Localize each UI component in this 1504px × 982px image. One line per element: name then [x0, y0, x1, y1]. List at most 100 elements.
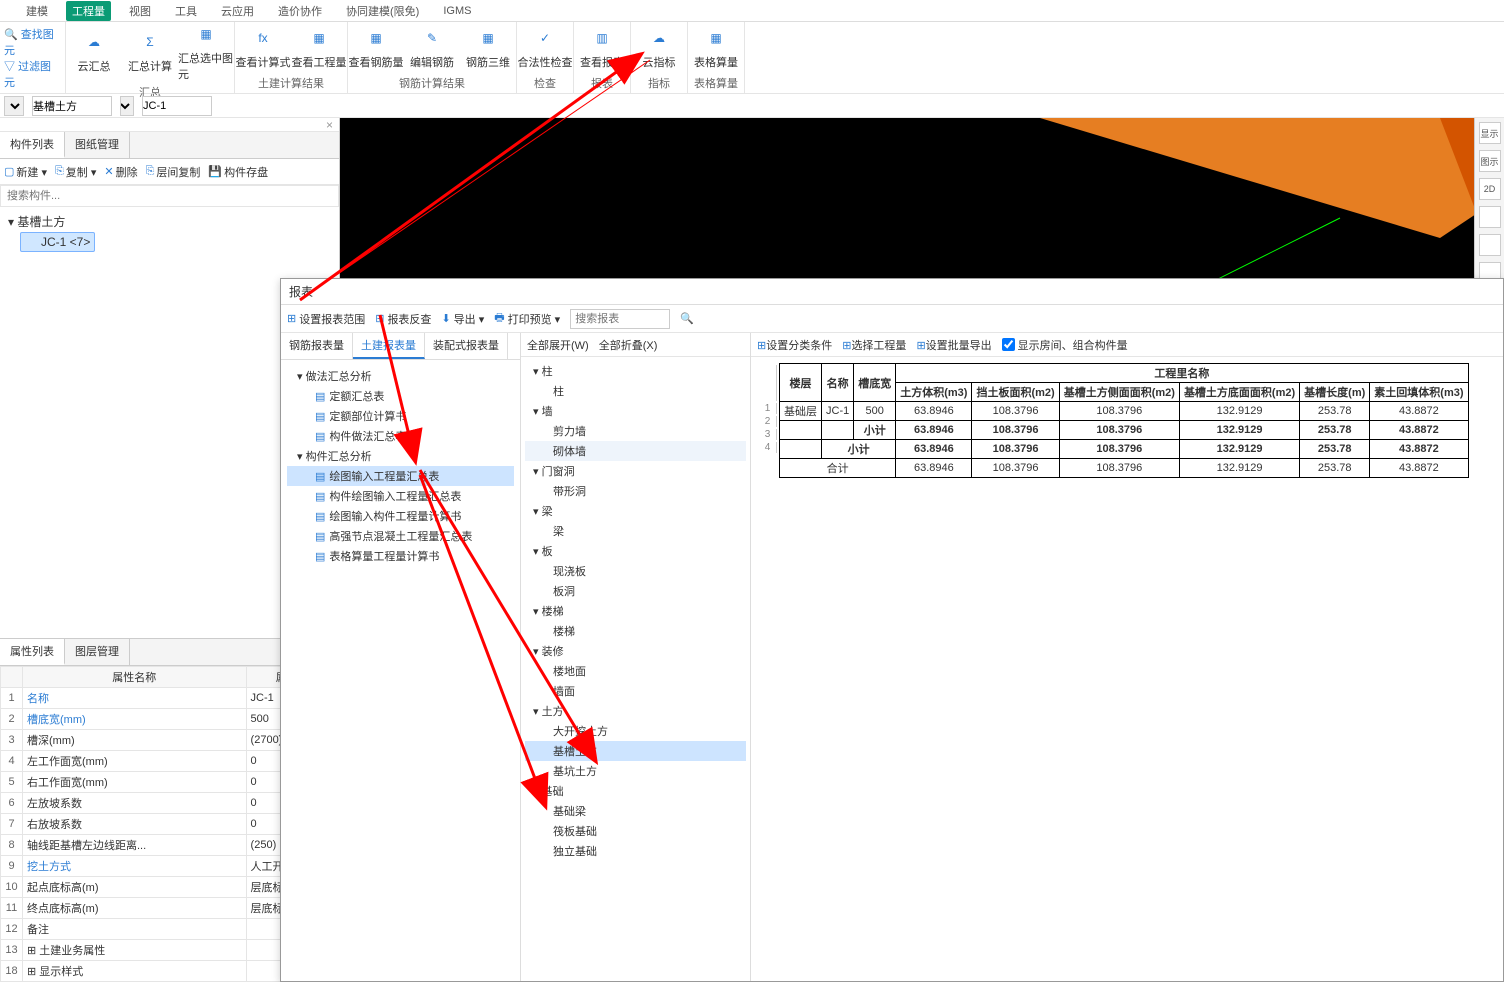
report-tree-item[interactable]: ▤绘图输入构件工程量计算书	[287, 506, 514, 526]
category-sub[interactable]: 墙面	[525, 681, 746, 701]
category-sub[interactable]: 独立基础	[525, 841, 746, 861]
data-row[interactable]: 合计63.8946108.3796108.3796132.9129253.784…	[780, 459, 1469, 478]
report-toolbar-button[interactable]: ⊞报表反查	[375, 311, 431, 327]
category-node[interactable]: ▾ 基础	[525, 781, 746, 801]
ribbon-button[interactable]: ▥查看报表	[574, 22, 630, 73]
ribbon-button[interactable]: ▦查看钢筋量	[348, 22, 404, 73]
category-sub[interactable]: 板洞	[525, 581, 746, 601]
filter-element-link[interactable]: ▽ 过滤图元	[4, 58, 61, 90]
close-icon[interactable]: ×	[320, 118, 339, 131]
category-sub[interactable]: 基坑土方	[525, 761, 746, 781]
category-sub[interactable]: 带形洞	[525, 481, 746, 501]
report-toolbar-button[interactable]: ⊞设置报表范围	[287, 311, 365, 327]
viewport-tool-button[interactable]: 图示	[1479, 150, 1501, 172]
ribbon-tab[interactable]: 云应用	[215, 1, 260, 21]
viewport-tool-button[interactable]: 2D	[1479, 178, 1501, 200]
report-tree-item[interactable]: ▤构件绘图输入工程量汇总表	[287, 486, 514, 506]
report-item-icon: ▤	[315, 490, 325, 503]
type-select-2b[interactable]	[120, 96, 134, 116]
report-tree-item[interactable]: ▤表格算量工程量计算书	[287, 546, 514, 566]
mid-toolbar-button[interactable]: 全部折叠(X)	[599, 337, 658, 353]
viewport-tool-button[interactable]: 显示	[1479, 122, 1501, 144]
category-node[interactable]: ▾ 土方	[525, 701, 746, 721]
toolbar-button[interactable]: ⎘层间复制	[146, 164, 201, 180]
ribbon-tab[interactable]: IGMS	[437, 3, 477, 19]
viewport-tool-button[interactable]	[1479, 234, 1501, 256]
data-row[interactable]: 小计63.8946108.3796108.3796132.9129253.784…	[780, 440, 1469, 459]
right-toolbar-button[interactable]: ⊞设置批量导出	[916, 337, 991, 353]
panel-tab[interactable]: 构件列表	[0, 132, 65, 158]
category-sub[interactable]: 基础梁	[525, 801, 746, 821]
toolbar-button[interactable]: ✕删除	[104, 164, 137, 180]
ribbon-button[interactable]: ☁云汇总	[66, 22, 122, 82]
category-sub[interactable]: 柱	[525, 381, 746, 401]
component-toolbar: ▢新建 ▾ ⎘复制 ▾ ✕删除 ⎘层间复制 💾构件存盘	[0, 159, 339, 185]
category-node[interactable]: ▾ 门窗洞	[525, 461, 746, 481]
category-node[interactable]: ▾ 墙	[525, 401, 746, 421]
search-icon[interactable]: 🔍	[680, 312, 694, 325]
data-row[interactable]: 小计63.8946108.3796108.3796132.9129253.784…	[780, 421, 1469, 440]
panel-tab[interactable]: 图纸管理	[65, 132, 130, 158]
report-tree-group[interactable]: ▾ 构件汇总分析	[287, 446, 514, 466]
category-node[interactable]: ▾ 板	[525, 541, 746, 561]
report-tree-item[interactable]: ▤构件做法汇总表	[287, 426, 514, 446]
report-tab[interactable]: 钢筋报表量	[281, 333, 353, 359]
toolbar-button[interactable]: ⎘复制 ▾	[55, 164, 96, 180]
type-select-3[interactable]	[142, 96, 212, 116]
ribbon-button[interactable]: ▦钢筋三维	[460, 22, 516, 73]
tree-child[interactable]: JC-1 <7>	[20, 232, 95, 252]
report-toolbar-button[interactable]: 🖶打印预览 ▾	[494, 309, 560, 328]
report-tree-group[interactable]: ▾ 做法汇总分析	[287, 366, 514, 386]
ribbon-tab[interactable]: 建模	[20, 1, 54, 21]
type-select-2[interactable]	[32, 96, 112, 116]
tree-root[interactable]: ▾ 基槽土方	[4, 211, 335, 232]
category-sub[interactable]: 筏板基础	[525, 821, 746, 841]
category-node[interactable]: ▾ 装修	[525, 641, 746, 661]
report-tab[interactable]: 装配式报表量	[425, 333, 508, 359]
report-tree-item[interactable]: ▤定额部位计算书	[287, 406, 514, 426]
show-room-checkbox[interactable]: 显示房间、组合构件量	[1002, 337, 1128, 353]
category-sub[interactable]: 楼地面	[525, 661, 746, 681]
ribbon-tab[interactable]: 协同建模(限免)	[340, 1, 425, 21]
data-row[interactable]: 基础层JC-150063.8946108.3796108.3796132.912…	[780, 402, 1469, 421]
ribbon-tab[interactable]: 造价协作	[272, 1, 328, 21]
prop-tab[interactable]: 属性列表	[0, 639, 65, 665]
report-tree-item[interactable]: ▤绘图输入工程量汇总表	[287, 466, 514, 486]
report-toolbar-button[interactable]: ⬇导出 ▾	[441, 311, 484, 327]
toolbar-button[interactable]: 💾构件存盘	[208, 164, 268, 180]
ribbon-button[interactable]: ✓合法性检查	[517, 22, 573, 73]
category-node[interactable]: ▾ 楼梯	[525, 601, 746, 621]
ribbon-button[interactable]: ✎编辑钢筋	[404, 22, 460, 73]
category-sub[interactable]: 基槽土方	[525, 741, 746, 761]
ribbon-button[interactable]: Σ汇总计算	[122, 22, 178, 82]
category-node[interactable]: ▾ 柱	[525, 361, 746, 381]
prop-tab[interactable]: 图层管理	[65, 639, 130, 665]
ribbon-tab[interactable]: 工程量	[66, 1, 111, 21]
right-toolbar-button[interactable]: ⊞设置分类条件	[757, 337, 832, 353]
report-tree-item[interactable]: ▤高强节点混凝土工程量汇总表	[287, 526, 514, 546]
report-tree-item[interactable]: ▤定额汇总表	[287, 386, 514, 406]
viewport-tool-button[interactable]	[1479, 206, 1501, 228]
type-select-1[interactable]	[4, 96, 24, 116]
report-tab[interactable]: 土建报表量	[353, 333, 425, 359]
category-sub[interactable]: 剪力墙	[525, 421, 746, 441]
report-search-input[interactable]	[570, 309, 670, 329]
ribbon-tab[interactable]: 视图	[123, 1, 157, 21]
ribbon-tab[interactable]: 工具	[169, 1, 203, 21]
category-sub[interactable]: 砌体墙	[525, 441, 746, 461]
ribbon-button[interactable]: fx查看计算式	[235, 22, 291, 73]
right-toolbar-button[interactable]: ⊞选择工程量	[842, 337, 906, 353]
ribbon-button[interactable]: ▦查看工程量	[291, 22, 347, 73]
category-node[interactable]: ▾ 梁	[525, 501, 746, 521]
category-sub[interactable]: 梁	[525, 521, 746, 541]
mid-toolbar-button[interactable]: 全部展开(W)	[527, 337, 589, 353]
ribbon-button[interactable]: ▦汇总选中图元	[178, 22, 234, 82]
search-components-input[interactable]	[0, 185, 339, 207]
category-sub[interactable]: 大开挖土方	[525, 721, 746, 741]
ribbon-button[interactable]: ☁云指标	[631, 22, 687, 73]
toolbar-button[interactable]: ▢新建 ▾	[4, 164, 47, 180]
ribbon-button[interactable]: ▦表格算量	[688, 22, 744, 73]
category-sub[interactable]: 现浇板	[525, 561, 746, 581]
category-sub[interactable]: 楼梯	[525, 621, 746, 641]
find-element-link[interactable]: 🔍 查找图元	[4, 26, 61, 58]
